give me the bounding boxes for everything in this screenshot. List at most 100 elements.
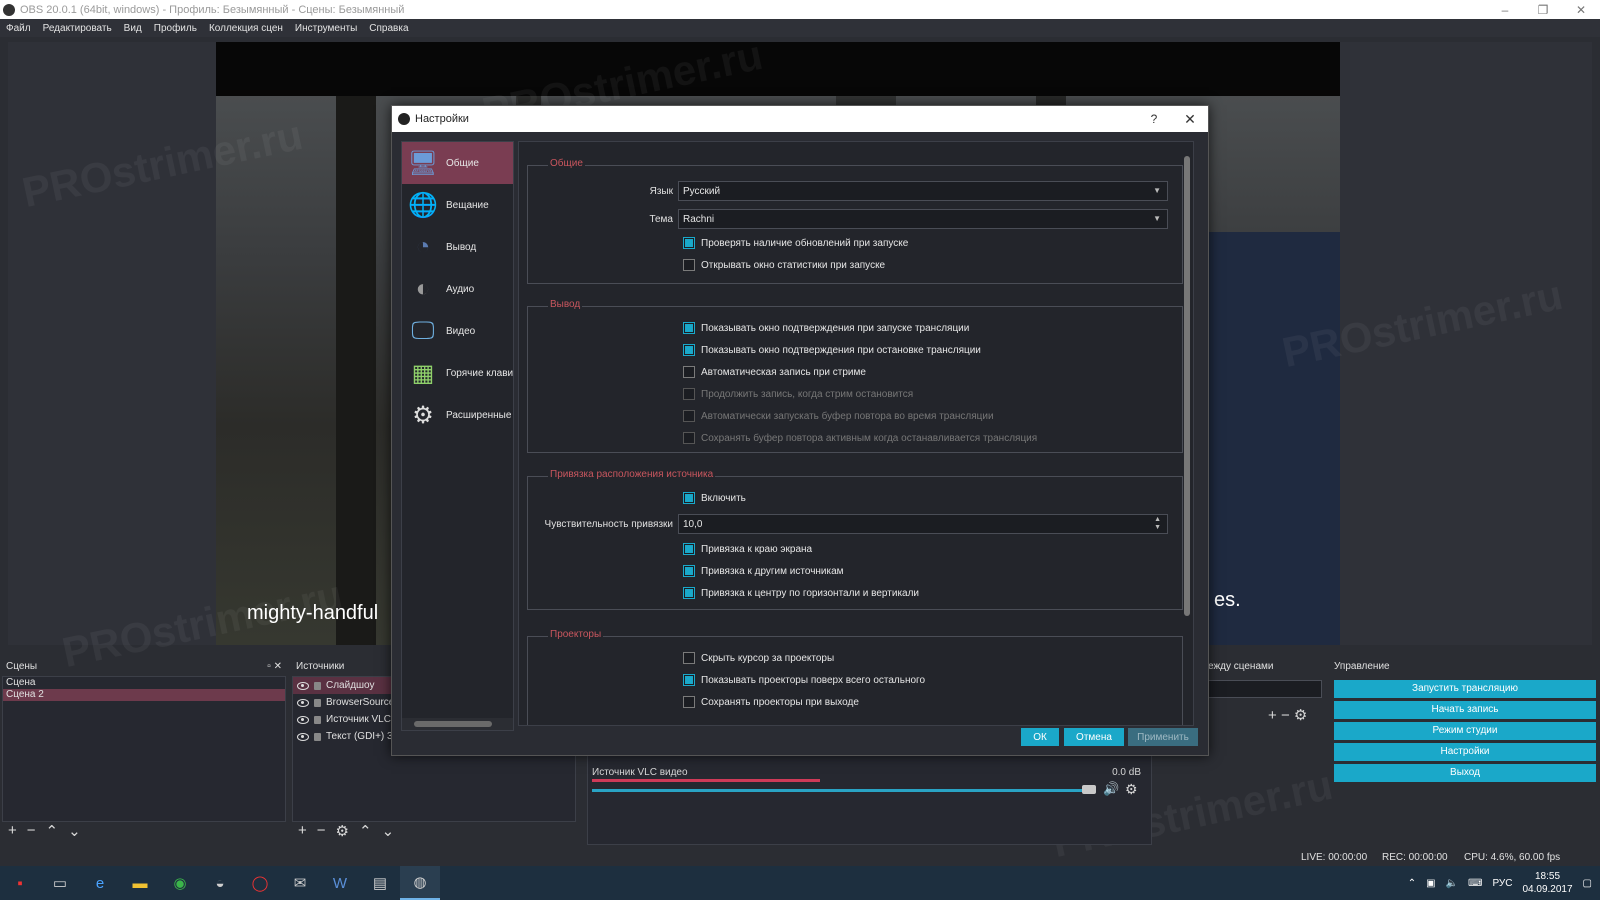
mixer-db-level: 0.0 dB: [1112, 767, 1141, 778]
menu-file[interactable]: Файл: [6, 23, 31, 34]
category-output[interactable]: ◔ Вывод: [402, 226, 513, 268]
projectors-on-top-checkbox[interactable]: Показывать проекторы поверх всего осталь…: [683, 674, 925, 686]
volume-slider[interactable]: [592, 789, 1088, 792]
snap-sensitivity-spinbox[interactable]: 10,0 ▲ ▼: [678, 514, 1168, 534]
visibility-eye-icon[interactable]: [297, 698, 309, 707]
transition-select[interactable]: [1204, 680, 1322, 698]
category-hotkeys[interactable]: ▦ Горячие клавиши: [402, 352, 513, 394]
lock-icon[interactable]: [314, 681, 321, 690]
check-updates-checkbox[interactable]: Проверять наличие обновлений при запуске: [683, 237, 908, 249]
scene-item[interactable]: Сцена 2: [3, 689, 285, 701]
snapping-enable-checkbox[interactable]: Включить: [683, 492, 746, 504]
remove-transition-icon[interactable]: −: [1281, 707, 1290, 724]
cancel-button[interactable]: Отмена: [1064, 728, 1124, 746]
volume-tray-icon[interactable]: 🔈: [1446, 878, 1458, 889]
settings-dialog-title: Настройки: [415, 113, 469, 125]
move-up-icon[interactable]: ⌃: [359, 822, 372, 840]
category-general[interactable]: 🖥 Общие: [402, 142, 513, 184]
edge-browser-icon[interactable]: e: [80, 866, 120, 900]
menu-profile[interactable]: Профиль: [154, 23, 197, 34]
network-icon[interactable]: ▣: [1426, 878, 1435, 889]
chrome-icon[interactable]: ◉: [160, 866, 200, 900]
snap-center-checkbox[interactable]: Привязка к центру по горизонтали и верти…: [683, 587, 919, 599]
start-recording-button[interactable]: Начать запись: [1334, 701, 1596, 719]
visibility-eye-icon[interactable]: [297, 681, 309, 690]
task-view-icon[interactable]: ▭: [40, 866, 80, 900]
volume-slider-handle[interactable]: [1082, 785, 1096, 794]
menu-scene-collection[interactable]: Коллекция сцен: [209, 23, 283, 34]
restore-button[interactable]: ❐: [1524, 3, 1562, 17]
app-icon[interactable]: ◒: [200, 866, 240, 900]
apply-button[interactable]: Применить: [1128, 728, 1198, 746]
keyboard-icon[interactable]: ⌨: [1468, 878, 1482, 889]
start-streaming-button[interactable]: Запустить трансляцию: [1334, 680, 1596, 698]
remove-source-icon[interactable]: −: [317, 822, 326, 840]
settings-dialog-titlebar: Настройки ? ✕: [392, 106, 1208, 132]
file-explorer-icon[interactable]: ▬: [120, 866, 160, 900]
lock-icon[interactable]: [314, 698, 321, 707]
close-window-button[interactable]: ✕: [1562, 3, 1600, 17]
move-down-icon[interactable]: ⌄: [382, 822, 395, 840]
minimize-button[interactable]: –: [1486, 3, 1524, 17]
language-select[interactable]: Русский ▼: [678, 181, 1168, 201]
category-audio[interactable]: ◐ Аудио: [402, 268, 513, 310]
snapping-group: Привязка расположения источника Включить…: [527, 469, 1183, 610]
category-advanced[interactable]: ⚙ Расширенные: [402, 394, 513, 436]
mixer-gear-icon[interactable]: ⚙: [1125, 781, 1138, 798]
lock-icon[interactable]: [314, 732, 321, 741]
category-horizontal-scrollbar[interactable]: [402, 718, 513, 730]
category-video[interactable]: 🖵 Видео: [402, 310, 513, 352]
clock[interactable]: 18:55 04.09.2017: [1522, 870, 1572, 896]
menu-help[interactable]: Справка: [369, 23, 408, 34]
menu-view[interactable]: Вид: [124, 23, 142, 34]
scene-item[interactable]: Сцена: [3, 677, 285, 689]
spin-arrows-icon[interactable]: ▲ ▼: [1154, 516, 1161, 532]
dock-float-close-icon[interactable]: ▫ ✕: [267, 661, 282, 672]
output-group: Вывод Показывать окно подтверждения при …: [527, 299, 1183, 453]
opera-icon[interactable]: ◯: [240, 866, 280, 900]
hide-cursor-checkbox[interactable]: Скрыть курсор за проекторы: [683, 652, 834, 664]
tray-chevron-icon[interactable]: ⌃: [1408, 878, 1416, 889]
language-indicator[interactable]: РУС: [1492, 878, 1512, 889]
obs-taskbar-icon[interactable]: ◍: [400, 866, 440, 900]
transition-gear-icon[interactable]: ⚙: [1294, 707, 1307, 724]
save-projectors-checkbox[interactable]: Сохранять проекторы при выходе: [683, 696, 859, 708]
settings-button[interactable]: Настройки: [1334, 743, 1596, 761]
confirm-start-stream-checkbox[interactable]: Показывать окно подтверждения при запуск…: [683, 322, 969, 334]
remove-scene-icon[interactable]: −: [27, 822, 36, 840]
notification-center-icon[interactable]: ▢: [1583, 878, 1592, 889]
exit-button[interactable]: Выход: [1334, 764, 1596, 782]
add-scene-icon[interactable]: +: [8, 822, 17, 840]
source-properties-gear-icon[interactable]: ⚙: [336, 822, 349, 840]
confirm-stop-stream-checkbox[interactable]: Показывать окно подтверждения при остано…: [683, 344, 981, 356]
snap-screen-edge-checkbox[interactable]: Привязка к краю экрана: [683, 543, 812, 555]
settings-vertical-scrollbar[interactable]: [1183, 146, 1191, 721]
open-stats-checkbox[interactable]: Открывать окно статистики при запуске: [683, 259, 885, 271]
menu-edit[interactable]: Редактировать: [43, 23, 112, 34]
mail-icon[interactable]: ✉: [280, 866, 320, 900]
move-up-icon[interactable]: ⌃: [46, 822, 59, 840]
notepad-icon[interactable]: ▤: [360, 866, 400, 900]
lock-icon[interactable]: [314, 715, 321, 724]
category-stream[interactable]: 🌐 Вещание: [402, 184, 513, 226]
windows-start-icon[interactable]: ▪: [0, 866, 40, 900]
theme-select[interactable]: Rachni ▼: [678, 209, 1168, 229]
visibility-eye-icon[interactable]: [297, 715, 309, 724]
output-icon: ◔: [415, 233, 431, 260]
general-group: Общие Язык Русский ▼ Тема Rachni ▼ Прове…: [527, 158, 1183, 284]
visibility-eye-icon[interactable]: [297, 732, 309, 741]
add-source-icon[interactable]: +: [298, 822, 307, 840]
add-transition-icon[interactable]: +: [1268, 707, 1277, 724]
snap-other-sources-checkbox[interactable]: Привязка к другим источникам: [683, 565, 844, 577]
speaker-icon[interactable]: 🔊: [1103, 781, 1119, 797]
clock-time: 18:55: [1535, 871, 1561, 882]
auto-record-checkbox[interactable]: Автоматическая запись при стриме: [683, 366, 866, 378]
close-dialog-icon[interactable]: ✕: [1172, 111, 1208, 128]
menubar: Файл Редактировать Вид Профиль Коллекция…: [0, 19, 1600, 37]
move-down-icon[interactable]: ⌄: [68, 822, 81, 840]
ok-button[interactable]: ОК: [1021, 728, 1059, 746]
help-icon[interactable]: ?: [1136, 112, 1172, 126]
studio-mode-button[interactable]: Режим студии: [1334, 722, 1596, 740]
word-icon[interactable]: W: [320, 866, 360, 900]
menu-tools[interactable]: Инструменты: [295, 23, 357, 34]
